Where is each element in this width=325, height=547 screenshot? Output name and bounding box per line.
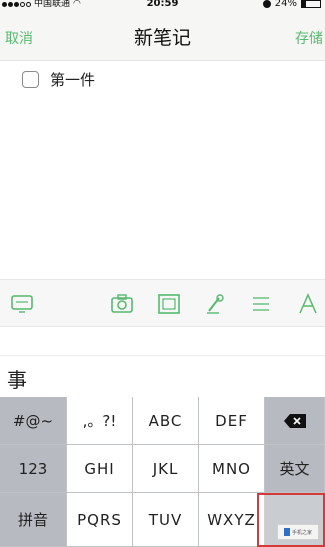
key-def[interactable]: DEF	[199, 397, 265, 445]
todo-text[interactable]: 第一件	[50, 69, 95, 90]
cancel-button[interactable]: 取消	[5, 28, 33, 48]
key-tuv[interactable]: TUV	[133, 493, 199, 547]
candidate-bar: 事	[0, 355, 325, 397]
note-editor[interactable]: 第一件	[0, 61, 325, 279]
keyboard-toggle-icon[interactable]	[10, 293, 34, 315]
key-pqrs[interactable]: PQRS	[67, 493, 133, 547]
list-icon[interactable]	[248, 293, 272, 315]
status-bar: 中国联通 ◠ 20:59 24%	[0, 0, 325, 11]
battery-percent: 24%	[274, 0, 297, 9]
image-icon[interactable]	[157, 293, 181, 315]
pen-icon[interactable]	[203, 293, 227, 315]
todo-checkbox[interactable]	[22, 71, 39, 88]
status-right: 24%	[262, 0, 321, 9]
key-pinyin[interactable]: 拼音	[0, 493, 67, 547]
format-toolbar	[0, 279, 325, 327]
camera-icon[interactable]	[110, 293, 134, 315]
key-jkl[interactable]: JKL	[133, 445, 199, 493]
key-123[interactable]: 123	[0, 445, 67, 493]
key-english[interactable]: 英文	[265, 445, 325, 493]
key-wxyz[interactable]: WXYZ	[199, 493, 265, 547]
battery-icon	[301, 0, 321, 8]
key-punctuation[interactable]: ,。?!	[67, 397, 133, 445]
watermark-logo: 手机之家	[277, 524, 319, 540]
todo-item: 第一件	[22, 69, 95, 90]
watermark-text: 手机之家	[291, 529, 312, 536]
candidate-word[interactable]: 事	[7, 364, 27, 393]
watermark-icon	[283, 528, 290, 536]
delete-button[interactable]	[265, 397, 325, 445]
key-mno[interactable]: MNO	[199, 445, 265, 493]
key-abc[interactable]: ABC	[133, 397, 199, 445]
delete-icon	[283, 413, 306, 428]
key-ghi[interactable]: GHI	[67, 445, 133, 493]
page-title: 新笔记	[133, 27, 191, 49]
text-format-icon[interactable]	[296, 293, 320, 315]
save-button[interactable]: 存储	[295, 28, 325, 48]
navigation-bar: 取消 新笔记 存储	[0, 11, 325, 61]
alarm-icon	[262, 0, 271, 8]
key-symbols[interactable]: #@~	[0, 397, 67, 445]
